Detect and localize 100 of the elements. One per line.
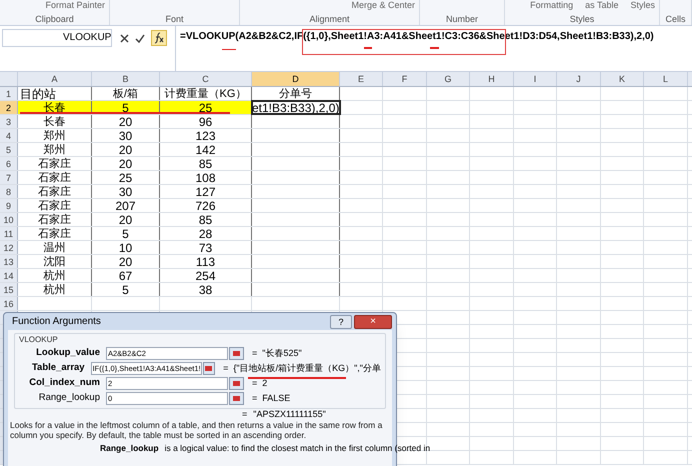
row-header[interactable]: 5 bbox=[0, 143, 18, 156]
equals-sign: = bbox=[242, 409, 248, 420]
ribbon-group-label: Styles bbox=[570, 13, 594, 25]
row-header[interactable]: 6 bbox=[0, 157, 18, 170]
table-cell: 石家庄 bbox=[18, 157, 92, 170]
table-cell: 20 bbox=[92, 143, 160, 156]
name-box[interactable]: VLOOKUP bbox=[2, 29, 112, 47]
function-name: VLOOKUP bbox=[19, 335, 59, 345]
argument-label: Table_array bbox=[30, 361, 86, 376]
table-cell: 计费重量（KG） bbox=[160, 87, 252, 100]
row-header[interactable]: 15 bbox=[0, 283, 18, 296]
table-cell: 30 bbox=[92, 129, 160, 142]
table-cell: 254 bbox=[160, 269, 252, 282]
check-icon[interactable] bbox=[135, 34, 145, 42]
column-header[interactable]: G bbox=[427, 72, 470, 86]
ribbon-command[interactable]: Styles bbox=[630, 0, 655, 11]
row-header[interactable]: 12 bbox=[0, 241, 18, 254]
table-cell: 5 bbox=[92, 227, 160, 240]
table-cell: 207 bbox=[92, 199, 160, 212]
table-cell: 113 bbox=[160, 255, 252, 268]
dialog-title: Function Arguments bbox=[12, 315, 101, 329]
argument-label: Lookup_value bbox=[35, 346, 101, 360]
row-header[interactable]: 10 bbox=[0, 213, 18, 226]
column-header[interactable]: D bbox=[252, 72, 340, 86]
collapse-dialog-icon[interactable] bbox=[229, 377, 244, 390]
row-header[interactable]: 2 bbox=[0, 101, 18, 114]
table-cell: 96 bbox=[160, 115, 252, 128]
table-cell: 20 bbox=[92, 157, 160, 170]
argument-result: {"目地站板/箱计费重量（KG）","分单 bbox=[233, 362, 381, 375]
table-cell: 123 bbox=[160, 129, 252, 142]
table-cell: 石家庄 bbox=[18, 213, 92, 226]
ribbon-group-label: Cells bbox=[665, 13, 686, 25]
table-cell: 127 bbox=[160, 185, 252, 198]
table-cell: 108 bbox=[160, 171, 252, 184]
close-button[interactable]: × bbox=[354, 314, 392, 328]
help-argument-text: is a logical value: to find the closest match in the first column (sorted in bbox=[164, 443, 430, 453]
argument-result: 2 bbox=[262, 376, 268, 390]
cancel-icon[interactable] bbox=[120, 34, 129, 42]
ribbon-group-label: Clipboard bbox=[35, 13, 74, 25]
row-header[interactable]: 14 bbox=[0, 269, 18, 282]
collapse-dialog-icon[interactable] bbox=[229, 347, 244, 360]
ribbon-group-label: Alignment bbox=[309, 13, 350, 25]
row-header[interactable]: 9 bbox=[0, 199, 18, 212]
row-header[interactable]: 1 bbox=[0, 87, 18, 100]
table-cell: 长春 bbox=[18, 115, 92, 128]
row-header[interactable]: 16 bbox=[0, 297, 18, 310]
ribbon-command[interactable]: as Table bbox=[585, 0, 618, 11]
ribbon-command[interactable]: Formatting bbox=[530, 0, 574, 11]
column-header[interactable]: H bbox=[470, 72, 514, 86]
row-header[interactable]: 8 bbox=[0, 185, 18, 198]
argument-label: Range_lookup bbox=[38, 391, 101, 406]
collapse-dialog-icon[interactable] bbox=[202, 362, 216, 375]
table-cell: 5 bbox=[92, 283, 160, 296]
table-cell: 杭州 bbox=[18, 269, 92, 282]
table-cell: 67 bbox=[92, 269, 160, 282]
table-cell: 沈阳 bbox=[18, 255, 92, 268]
row-header[interactable]: 4 bbox=[0, 129, 18, 142]
ribbon-group-label: Number bbox=[446, 13, 478, 25]
table-cell: 石家庄 bbox=[18, 185, 92, 198]
row-header[interactable]: 3 bbox=[0, 115, 18, 128]
ribbon-command[interactable]: Merge & Center bbox=[351, 0, 415, 11]
table-cell: 20 bbox=[92, 115, 160, 128]
function-icon[interactable] bbox=[151, 30, 167, 46]
table-cell: 郑州 bbox=[18, 143, 92, 156]
column-header[interactable]: K bbox=[601, 72, 644, 86]
table-cell: 20 bbox=[92, 213, 160, 226]
row-header[interactable]: 11 bbox=[0, 227, 18, 240]
table-cell: 石家庄 bbox=[18, 199, 92, 212]
column-header[interactable]: A bbox=[18, 72, 92, 86]
argument-label: Col_index_num bbox=[28, 376, 101, 390]
argument-result: "长春525" bbox=[262, 346, 302, 360]
table-cell: 分单号 bbox=[252, 87, 340, 100]
table-cell: 142 bbox=[160, 143, 252, 156]
table-cell: 温州 bbox=[18, 241, 92, 254]
column-header[interactable]: F bbox=[383, 72, 427, 86]
table-cell: 30 bbox=[92, 185, 160, 198]
help-argument-name: Range_lookup bbox=[100, 443, 159, 453]
column-header[interactable]: I bbox=[514, 72, 557, 86]
table-cell: 85 bbox=[160, 213, 252, 226]
table-cell: 郑州 bbox=[18, 129, 92, 142]
table-cell: 石家庄 bbox=[18, 227, 92, 240]
table-cell: 28 bbox=[160, 227, 252, 240]
column-header[interactable]: L bbox=[644, 72, 688, 86]
column-header[interactable]: J bbox=[557, 72, 601, 86]
annotation-underline bbox=[364, 47, 372, 49]
annotation-underline bbox=[222, 49, 236, 50]
column-header[interactable]: E bbox=[340, 72, 383, 86]
column-header[interactable]: B bbox=[92, 72, 160, 86]
table-cell: 杭州 bbox=[18, 283, 92, 296]
table-cell: 目的站 bbox=[18, 87, 92, 100]
ribbon-command[interactable]: Format Painter bbox=[45, 0, 105, 11]
table-cell: 726 bbox=[160, 199, 252, 212]
row-header[interactable]: 13 bbox=[0, 255, 18, 268]
table-cell: 20 bbox=[92, 255, 160, 268]
row-header[interactable]: 7 bbox=[0, 171, 18, 184]
collapse-dialog-icon[interactable] bbox=[229, 392, 244, 405]
table-cell: 10 bbox=[92, 241, 160, 254]
equals-sign: = bbox=[252, 392, 258, 405]
help-button[interactable]: ? bbox=[330, 314, 352, 328]
equals-sign: = bbox=[252, 376, 258, 390]
